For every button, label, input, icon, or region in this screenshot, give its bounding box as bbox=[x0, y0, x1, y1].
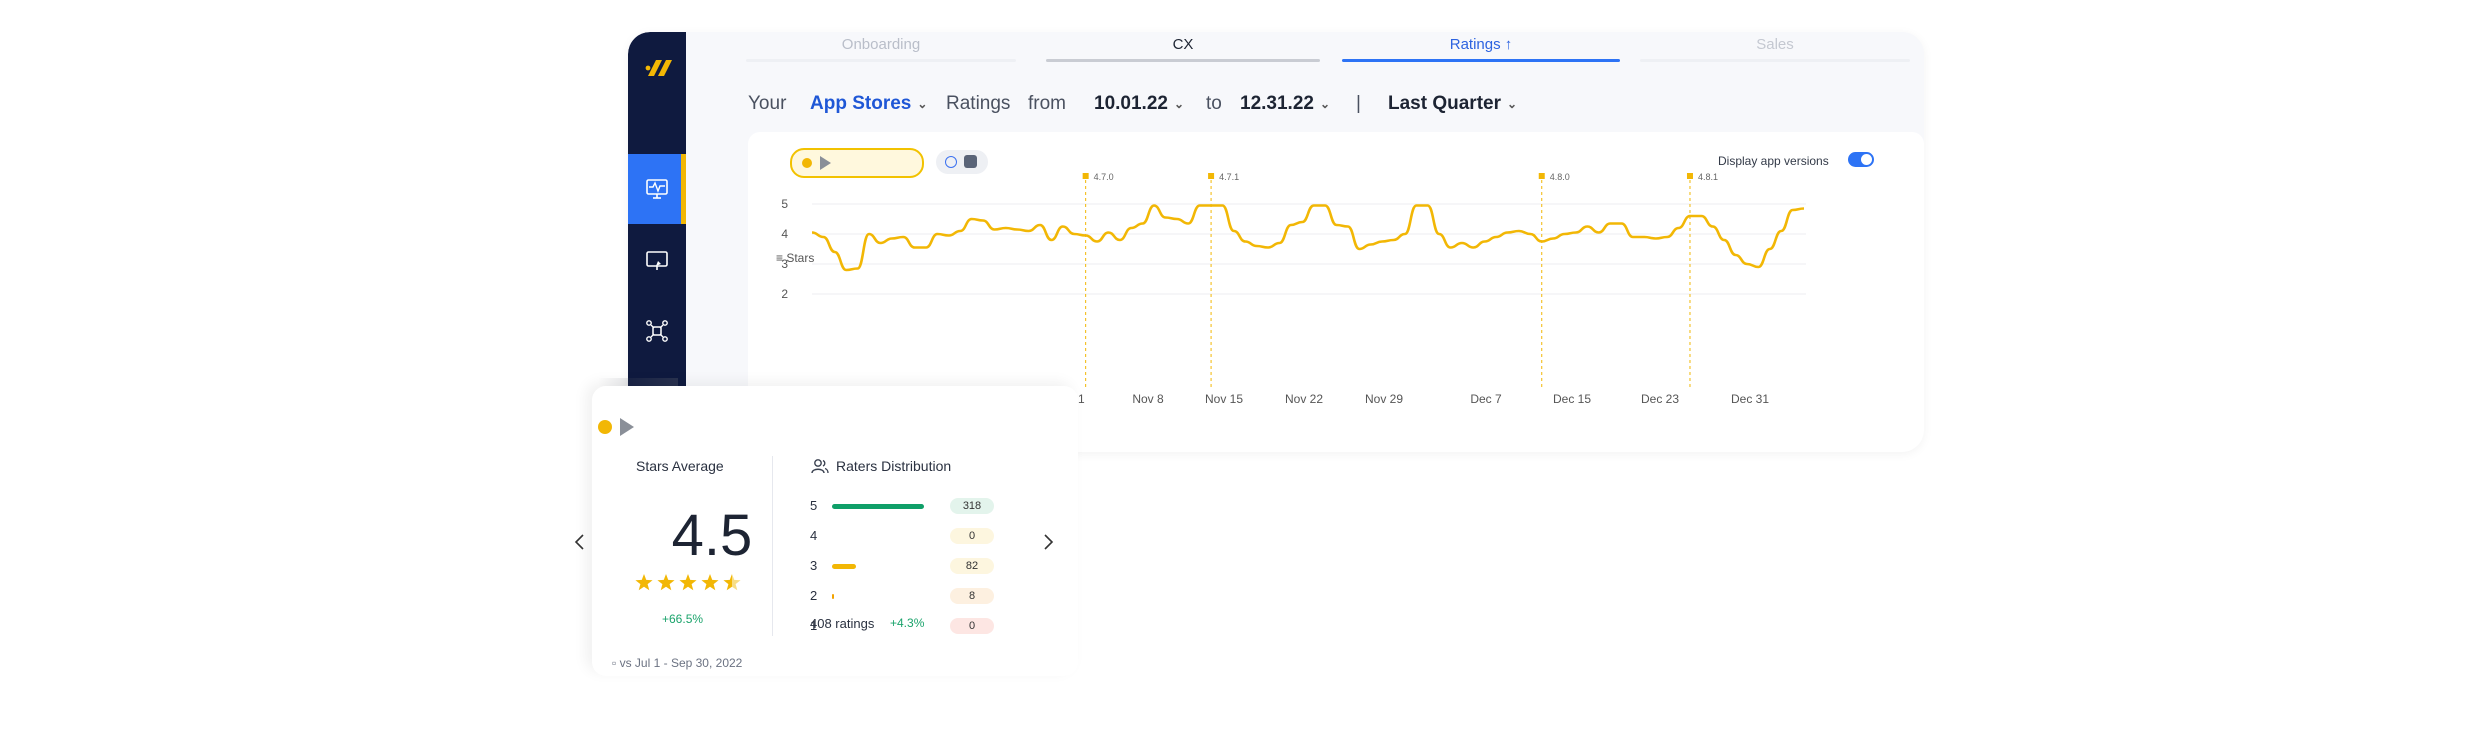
tab-cx[interactable]: CX bbox=[1046, 32, 1320, 62]
y-tick-label: 5 bbox=[781, 197, 788, 211]
tab-onboarding-label: Onboarding bbox=[841, 36, 921, 53]
star-icon bbox=[679, 574, 697, 591]
distribution-star-label: 2 bbox=[810, 588, 818, 603]
x-tick-label: Nov 15 bbox=[1205, 392, 1243, 406]
total-ratings-change: +4.3% bbox=[890, 616, 925, 630]
stars-average-change: +66.5% bbox=[662, 612, 704, 626]
monitor-pulse-icon bbox=[646, 179, 668, 199]
tab-onboarding[interactable]: Onboarding bbox=[746, 32, 1016, 62]
x-tick-label: Dec 15 bbox=[1553, 392, 1591, 406]
app-stores-label: App Stores bbox=[810, 93, 912, 115]
comparison-period: ▫ vs Jul 1 - Sep 30, 2022 bbox=[612, 656, 743, 670]
distribution-count-badge: 0 bbox=[950, 618, 994, 634]
version-marker-label: 4.8.1 bbox=[1698, 172, 1718, 182]
period-dropdown[interactable]: Last Quarter ⌄ bbox=[1388, 92, 1517, 116]
distribution-count-badge: 318 bbox=[950, 498, 994, 514]
y-tick-label: 4 bbox=[781, 227, 788, 241]
star-rating bbox=[635, 574, 741, 591]
star-icon bbox=[701, 574, 719, 591]
distribution-bar bbox=[832, 564, 856, 569]
presentation-icon bbox=[646, 251, 668, 270]
stars-average-title: Stars Average bbox=[636, 458, 724, 474]
comparison-period-text: vs Jul 1 - Sep 30, 2022 bbox=[619, 656, 743, 670]
distribution-count-badge: 0 bbox=[950, 528, 994, 544]
filter-to-text: to bbox=[1206, 93, 1222, 114]
sidebar-item-network[interactable] bbox=[628, 296, 686, 366]
tab-sales-label: Sales bbox=[1756, 36, 1794, 53]
filter-separator: | bbox=[1356, 93, 1361, 114]
filter-from-text: from bbox=[1028, 93, 1066, 114]
period-value: Last Quarter bbox=[1388, 93, 1501, 115]
app-stores-dropdown[interactable]: App Stores ⌄ bbox=[810, 92, 927, 116]
ratings-summary-card: Stars Average 4.5 +66.5% ▫ vs Jul 1 - Se… bbox=[574, 386, 1078, 676]
version-marker-dot bbox=[1538, 173, 1545, 179]
network-nodes-icon bbox=[646, 320, 668, 342]
version-marker-label: 4.7.1 bbox=[1219, 172, 1239, 182]
chevron-left-icon[interactable] bbox=[570, 532, 590, 552]
google-play-icon bbox=[620, 418, 634, 436]
app-color-dot bbox=[598, 420, 612, 434]
brand-logo bbox=[645, 60, 672, 76]
stars-average-value: 4.5 bbox=[671, 503, 753, 568]
date-from-dropdown[interactable]: 10.01.22 ⌄ bbox=[1094, 92, 1184, 116]
x-tick-label: Dec 23 bbox=[1641, 392, 1679, 406]
distribution-row: 28 bbox=[810, 588, 1010, 606]
chevron-down-icon: ⌄ bbox=[1506, 97, 1518, 111]
chevron-down-icon: ⌄ bbox=[1173, 97, 1185, 111]
distribution-bar bbox=[832, 594, 835, 599]
distribution-row: 5 318 bbox=[810, 498, 1010, 516]
tab-cx-label: CX bbox=[1172, 36, 1194, 53]
distribution-star-label: 3 bbox=[810, 558, 818, 573]
tab-sales[interactable]: Sales bbox=[1640, 32, 1910, 62]
distribution-star-label: 5 bbox=[810, 498, 818, 513]
card-divider bbox=[772, 456, 773, 636]
chevron-right-icon[interactable] bbox=[1038, 532, 1058, 552]
version-marker-label: 4.8.0 bbox=[1550, 172, 1570, 182]
y-tick-label: 2 bbox=[781, 287, 788, 301]
y-tick-label: 3 bbox=[781, 257, 788, 271]
sidebar bbox=[628, 32, 686, 392]
date-to-value: 12.31.22 bbox=[1240, 93, 1314, 115]
x-tick-label: Nov 22 bbox=[1285, 392, 1323, 406]
distribution-bar bbox=[832, 504, 924, 509]
sidebar-item-monitor[interactable] bbox=[628, 154, 686, 224]
total-ratings: 408 ratings bbox=[810, 616, 875, 631]
chevron-down-icon: ⌄ bbox=[1319, 97, 1331, 111]
users-icon bbox=[811, 459, 829, 474]
star-icon bbox=[723, 574, 741, 591]
tab-ratings[interactable]: Ratings ↑ bbox=[1342, 32, 1620, 62]
version-marker-dot bbox=[1082, 173, 1089, 179]
distribution-row: 3 82 bbox=[810, 558, 1010, 576]
version-marker-label: 4.7.0 bbox=[1094, 172, 1114, 182]
distribution-count-badge: 8 bbox=[950, 588, 994, 604]
date-from-value: 10.01.22 bbox=[1094, 93, 1168, 115]
filter-ratings-text: Ratings bbox=[946, 93, 1011, 114]
x-tick-label: Dec 7 bbox=[1470, 392, 1502, 406]
series-line-stars bbox=[811, 204, 1805, 272]
date-to-dropdown[interactable]: 12.31.22 ⌄ bbox=[1240, 92, 1330, 116]
card-edge-shadow bbox=[598, 378, 678, 386]
x-tick-label: Nov 8 bbox=[1132, 392, 1164, 406]
tab-ratings-label: Ratings ↑ bbox=[1449, 36, 1513, 53]
star-icon bbox=[657, 574, 675, 591]
distribution-count-badge: 82 bbox=[950, 558, 994, 574]
sidebar-item-presentation[interactable] bbox=[628, 226, 686, 296]
filter-your-text: Your bbox=[748, 93, 787, 114]
x-tick-label: Nov 29 bbox=[1365, 392, 1403, 406]
version-marker-dot bbox=[1208, 173, 1215, 179]
x-tick-label: Dec 31 bbox=[1731, 392, 1769, 406]
chevron-down-icon: ⌄ bbox=[917, 97, 928, 111]
version-marker-dot bbox=[1686, 173, 1693, 179]
raters-distribution-title: Raters Distribution bbox=[836, 458, 952, 474]
distribution-row: 40 bbox=[810, 528, 1010, 546]
distribution-star-label: 4 bbox=[810, 528, 818, 543]
star-icon bbox=[635, 574, 653, 591]
